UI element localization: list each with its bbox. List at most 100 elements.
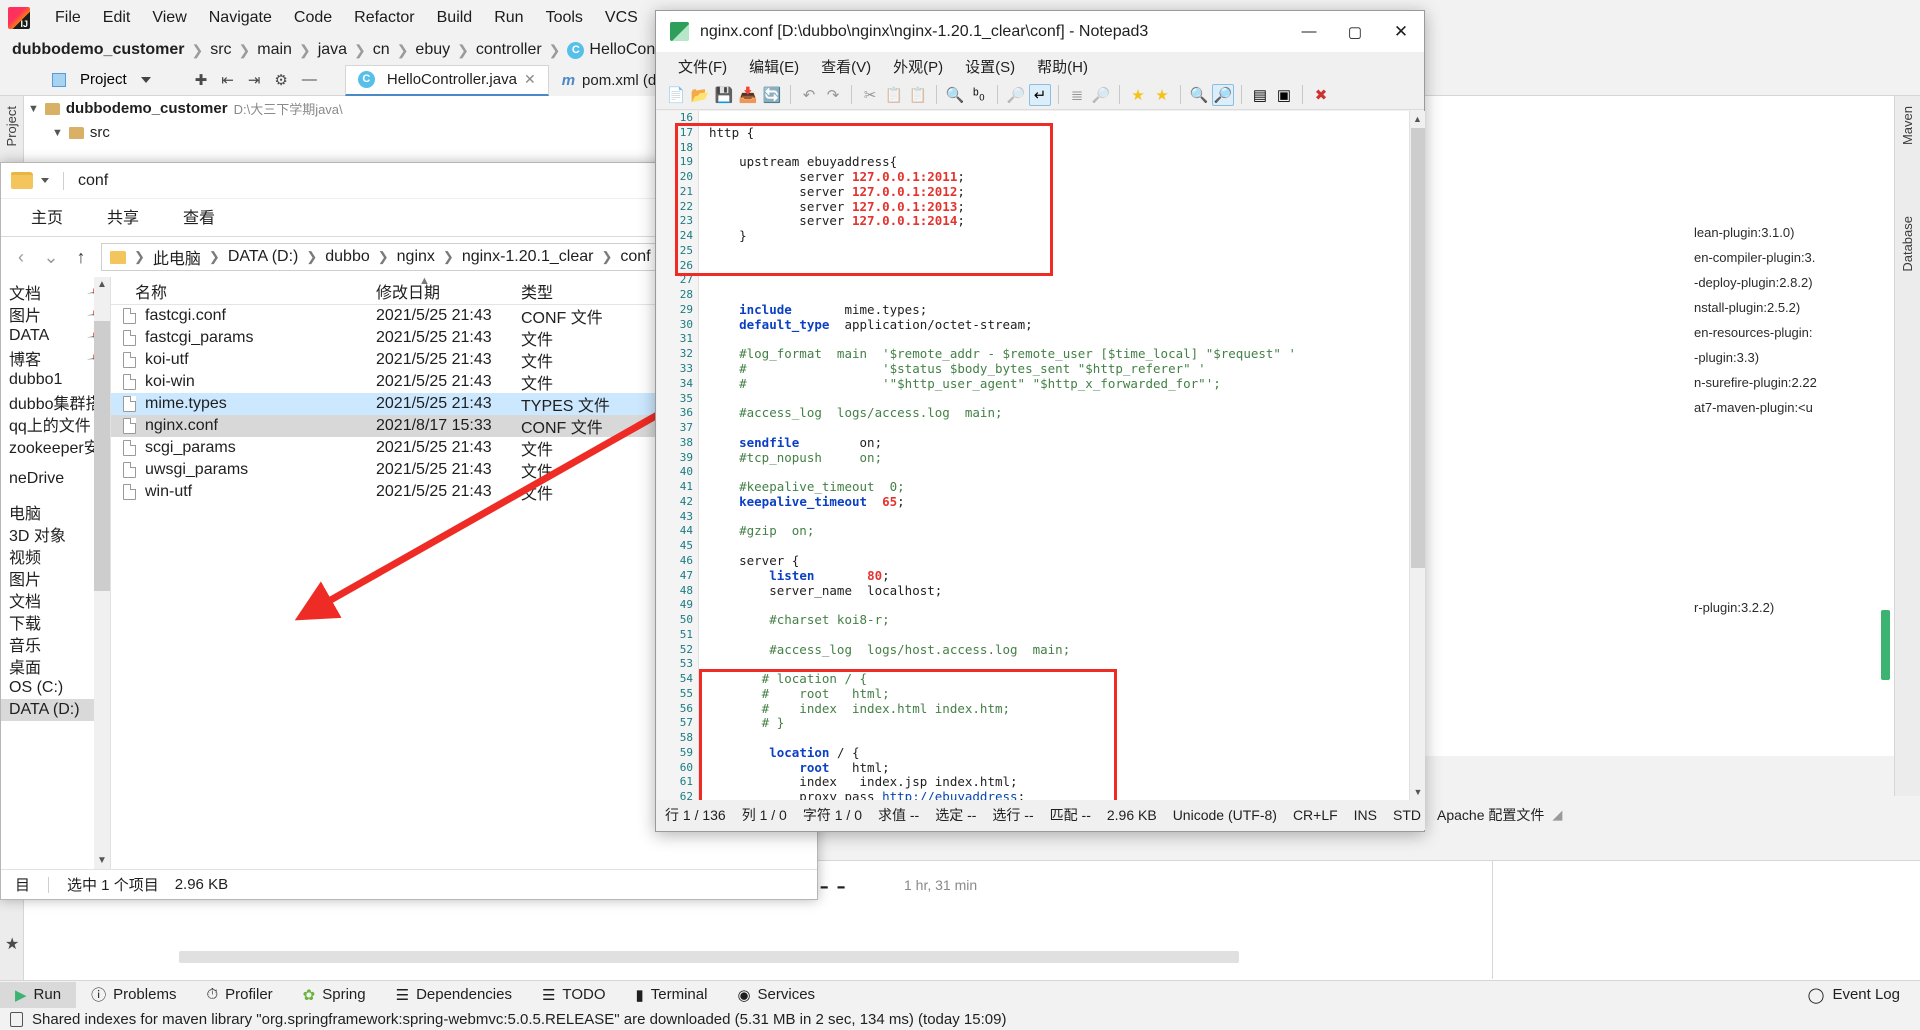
reload-icon[interactable]: 🔄 <box>761 84 783 106</box>
editor-scrollbar-thumb[interactable] <box>1881 610 1890 680</box>
code-line[interactable]: # index index.html index.htm; <box>700 701 1409 717</box>
maven-item[interactable]: nstall-plugin:2.5.2) <box>1694 295 1894 320</box>
status-mode[interactable]: STD <box>1385 807 1429 823</box>
schemes-icon[interactable]: ▤ <box>1249 84 1271 106</box>
console-icon[interactable]: ▣ <box>1273 84 1295 106</box>
menu-file[interactable]: File <box>44 9 92 27</box>
ribbon-tab-view[interactable]: 查看 <box>161 198 237 236</box>
breadcrumb-java[interactable]: java <box>318 41 347 59</box>
code-line[interactable]: http { <box>700 125 1409 141</box>
code-line[interactable]: index index.jsp index.html; <box>700 775 1409 790</box>
maven-item[interactable]: at7-maven-plugin:<u <box>1694 395 1894 420</box>
code-line[interactable]: listen 80; <box>700 568 1409 584</box>
indent-icon[interactable]: ≣ <box>1066 84 1088 106</box>
path-data-d[interactable]: DATA (D:) <box>228 248 299 266</box>
star-icon[interactable]: ★ <box>5 934 19 954</box>
menu-file[interactable]: 文件(F) <box>668 54 737 79</box>
maven-item[interactable]: n-surefire-plugin:2.22 <box>1694 370 1894 395</box>
code-line[interactable] <box>700 392 1409 407</box>
menu-navigate[interactable]: Navigate <box>198 9 283 27</box>
scroll-thumb[interactable] <box>1411 128 1425 568</box>
zoom-in-icon[interactable]: 🔍 <box>1188 84 1210 106</box>
ribbon-tab-share[interactable]: 共享 <box>85 198 161 236</box>
back-icon[interactable]: ‹ <box>11 247 31 268</box>
cut-icon[interactable]: ✂ <box>859 84 881 106</box>
code-line[interactable]: #tcp_nopush on; <box>700 450 1409 466</box>
code-line[interactable]: server_name localhost; <box>700 583 1409 599</box>
breadcrumb-main[interactable]: main <box>257 41 292 59</box>
code-line[interactable] <box>700 111 1409 126</box>
up-icon[interactable]: ↑ <box>71 247 91 268</box>
maven-item[interactable]: en-resources-plugin: <box>1694 320 1894 345</box>
chevron-down-icon[interactable] <box>140 76 151 83</box>
zoom-out-icon[interactable]: 🔎 <box>1212 83 1234 106</box>
tab-spring[interactable]: ✿ Spring <box>288 982 381 1008</box>
code-line[interactable] <box>700 332 1409 347</box>
tree-row[interactable]: ▼ dubbodemo_customer D:\大三下学期java\ <box>0 96 659 121</box>
breadcrumb-project[interactable]: dubbodemo_customer <box>12 41 184 59</box>
menu-edit[interactable]: 编辑(E) <box>739 54 809 79</box>
menu-edit[interactable]: Edit <box>92 9 142 27</box>
save-as-icon[interactable]: 📥 <box>737 84 759 106</box>
code-line[interactable]: # location / { <box>700 671 1409 687</box>
event-log-label[interactable]: Event Log <box>1832 986 1900 1003</box>
tool-window-maven[interactable]: Maven <box>1900 106 1915 145</box>
hide-icon[interactable]: — <box>302 71 317 88</box>
tool-window-project[interactable]: Project <box>4 106 19 146</box>
recent-locations-icon[interactable]: ⌄ <box>41 247 61 268</box>
locate-icon[interactable]: ✚ <box>195 71 208 89</box>
menu-view[interactable]: View <box>141 9 197 27</box>
code-line[interactable] <box>700 259 1409 274</box>
maven-item[interactable]: en-compiler-plugin:3. <box>1694 245 1894 270</box>
path-dubbo[interactable]: dubbo <box>325 248 370 266</box>
editor-vertical-scrollbar[interactable]: ▲ ▼ <box>1409 111 1425 801</box>
code-line[interactable] <box>700 657 1409 672</box>
code-line[interactable] <box>700 539 1409 554</box>
code-line[interactable] <box>700 628 1409 643</box>
collapse-all-icon[interactable]: ⇥ <box>248 71 261 89</box>
menu-vcs[interactable]: VCS <box>594 9 649 27</box>
menu-appearance[interactable]: 外观(P) <box>883 54 953 79</box>
save-icon[interactable]: 💾 <box>713 84 735 106</box>
scroll-up-icon[interactable]: ▲ <box>94 277 110 293</box>
favorite-add-icon[interactable]: ★ <box>1151 84 1173 106</box>
code-line[interactable] <box>700 288 1409 303</box>
nav-scrollbar[interactable]: ▲ ▼ <box>94 277 110 869</box>
close-button[interactable]: ✕ <box>1378 11 1424 52</box>
notepad-editor[interactable]: 16 17 18 19 20 21 22 23 24 25 26 27 28 29 30 31 32 33 34 35… <box>657 111 1425 801</box>
code-line[interactable]: # '$status $body_bytes_sent "$http_refer… <box>700 361 1409 377</box>
code-line[interactable] <box>700 510 1409 525</box>
replace-icon[interactable]: ᵇ₀ <box>968 84 990 106</box>
undo-icon[interactable]: ↶ <box>798 84 820 106</box>
resize-grip-icon[interactable]: ◢ <box>1552 807 1566 823</box>
code-line[interactable]: keepalive_timeout 65; <box>700 494 1409 510</box>
tool-window-database[interactable]: Database <box>1900 216 1915 272</box>
code-line[interactable]: server 127.0.0.1:2013; <box>700 199 1409 215</box>
code-line[interactable] <box>700 421 1409 436</box>
code-line[interactable]: server { <box>700 553 1409 569</box>
menu-refactor[interactable]: Refactor <box>343 9 425 27</box>
tab-run[interactable]: ▶ Run <box>0 981 77 1008</box>
new-file-icon[interactable]: 📄 <box>665 84 687 106</box>
maximize-button[interactable]: ▢ <box>1332 11 1378 52</box>
find-prev-icon[interactable]: 🔎 <box>1005 84 1027 106</box>
tab-problems[interactable]: ⓘ Problems <box>76 982 191 1008</box>
word-wrap-icon[interactable]: ↵ <box>1029 83 1051 106</box>
breadcrumb-src[interactable]: src <box>210 41 231 59</box>
copy-icon[interactable]: 📋 <box>883 84 905 106</box>
code-line[interactable]: # '"$http_user_agent" "$http_x_forwarded… <box>700 376 1409 392</box>
menu-help[interactable]: 帮助(H) <box>1027 54 1098 79</box>
run-horizontal-scrollbar[interactable] <box>179 951 1239 963</box>
code-line[interactable]: server 127.0.0.1:2012; <box>700 184 1409 200</box>
status-eol[interactable]: CR+LF <box>1285 807 1346 823</box>
code-line[interactable]: default_type application/octet-stream; <box>700 317 1409 333</box>
path-nginx[interactable]: nginx <box>397 248 435 266</box>
code-line[interactable]: #charset koi8-r; <box>700 612 1409 628</box>
tab-hellocontroller[interactable]: C HelloController.java ✕ <box>344 64 549 96</box>
expand-all-icon[interactable]: ⇤ <box>221 71 234 89</box>
code-line[interactable] <box>700 598 1409 613</box>
code-line[interactable] <box>700 465 1409 480</box>
breadcrumb-ebuy[interactable]: ebuy <box>415 41 450 59</box>
code-line[interactable]: } <box>700 228 1409 244</box>
path-this-pc[interactable]: 此电脑 <box>153 245 201 269</box>
